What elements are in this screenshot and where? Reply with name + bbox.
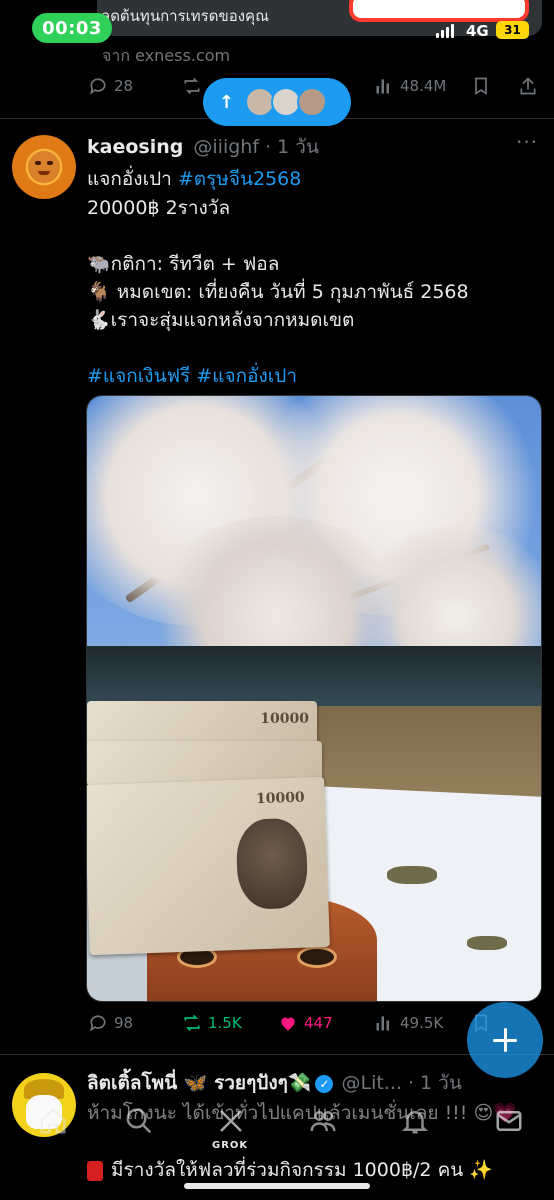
retweet-icon xyxy=(184,77,200,95)
retweet-button[interactable]: 1.5K xyxy=(182,1013,242,1033)
retweet-icon xyxy=(184,1014,200,1032)
yen-bill: 10000 xyxy=(87,776,330,956)
author-name[interactable]: kaeosing xyxy=(87,136,183,158)
notifications-icon[interactable] xyxy=(400,1106,430,1136)
verified-badge-icon: ✓ xyxy=(315,1074,334,1093)
reply-count: 28 xyxy=(114,77,134,95)
author-name[interactable]: ลิตเติ้ลโพนี่ 🦋 รวยๆปังๆ💸 xyxy=(87,1072,311,1094)
communities-icon[interactable] xyxy=(308,1106,338,1136)
home-icon[interactable] xyxy=(38,1106,68,1136)
tweet-photo[interactable]: 10000 10000 xyxy=(86,395,542,1002)
hashtag-link[interactable]: #แจกเงินฟรี xyxy=(87,365,190,387)
avatar[interactable] xyxy=(12,135,76,199)
promo-text: มีรางวัลให้ฟลวที่ร่วมกิจกรรม 1000฿/2 คน … xyxy=(111,1159,493,1181)
reply-button[interactable]: 98 xyxy=(88,1013,133,1033)
home-indicator[interactable] xyxy=(184,1183,370,1189)
reply-icon xyxy=(90,1015,106,1032)
views-count: 48.4M xyxy=(400,77,447,95)
retweet-button[interactable] xyxy=(182,76,202,96)
share-button[interactable] xyxy=(518,76,538,96)
hashtag-link[interactable]: #แจกอั่งเปา xyxy=(196,365,297,387)
bottom-nav xyxy=(0,1094,554,1150)
new-post-avatar xyxy=(297,87,327,117)
signal-icon xyxy=(436,24,454,38)
network-label: 4G xyxy=(466,22,489,40)
tweet-rule: 🐃กติกา: รีทวีต + ฟอล xyxy=(87,253,280,275)
search-icon[interactable] xyxy=(124,1106,154,1136)
grok-icon[interactable] xyxy=(216,1106,246,1136)
tweet-rule: 🐇เราจะสุ่มแจกหลังจากหมดเขต xyxy=(87,309,355,331)
tweet-text: แจกอั่งเปา xyxy=(87,168,178,190)
red-envelope-icon xyxy=(87,1160,103,1181)
like-count: 447 xyxy=(304,1014,333,1032)
tweet-header: kaeosing @iiighf · 1 วัน xyxy=(87,132,319,162)
sun-face-icon xyxy=(28,151,60,183)
tweet-promo-line: มีรางวัลให้ฟลวที่ร่วมกิจกรรม 1000฿/2 คน … xyxy=(87,1155,493,1185)
tweet-text-line: 20000฿ 2รางวัล xyxy=(87,197,231,219)
like-button[interactable]: 447 xyxy=(278,1013,333,1033)
views-button[interactable]: 48.4M xyxy=(374,76,446,96)
tweet-text-line: แจกอั่งเปา #ตรุษจีน2568 xyxy=(87,164,301,194)
author-handle[interactable]: @iiighf · 1 วัน xyxy=(193,136,319,158)
views-count: 49.5K xyxy=(400,1014,444,1032)
tweet-hashtags: #แจกเงินฟรี #แจกอั่งเปา xyxy=(87,361,297,391)
compose-button[interactable] xyxy=(467,1002,543,1078)
status-time[interactable]: 00:03 xyxy=(32,13,112,43)
retweet-count: 1.5K xyxy=(208,1014,242,1032)
views-button[interactable]: 49.5K xyxy=(374,1013,443,1033)
reply-icon xyxy=(90,78,106,95)
heart-icon xyxy=(281,1017,295,1031)
bookmark-button[interactable] xyxy=(471,76,491,96)
battery-icon: 31 xyxy=(496,21,529,39)
plus-icon xyxy=(493,1028,517,1052)
views-icon xyxy=(376,1016,389,1031)
tweet-rule: 🐐 หมดเขต: เที่ยงคืน วันที่ 5 กุมภาพันธ์ … xyxy=(87,281,469,303)
grok-label: GROK xyxy=(212,1140,249,1151)
bookmark-icon xyxy=(475,77,487,96)
messages-icon[interactable] xyxy=(494,1106,524,1136)
views-icon xyxy=(376,79,389,94)
more-options-icon[interactable]: ··· xyxy=(516,130,538,154)
reply-button[interactable]: 28 xyxy=(88,76,133,96)
new-posts-pill[interactable]: ↑ xyxy=(203,78,351,126)
share-icon xyxy=(520,77,536,95)
hashtag-link[interactable]: #ตรุษจีน2568 xyxy=(178,168,301,190)
author-handle[interactable]: @Lit... · 1 วัน xyxy=(341,1072,461,1094)
reply-count: 98 xyxy=(114,1014,134,1032)
arrow-up-icon: ↑ xyxy=(219,91,235,113)
status-bar: 00:03 4G 31 xyxy=(0,0,554,60)
